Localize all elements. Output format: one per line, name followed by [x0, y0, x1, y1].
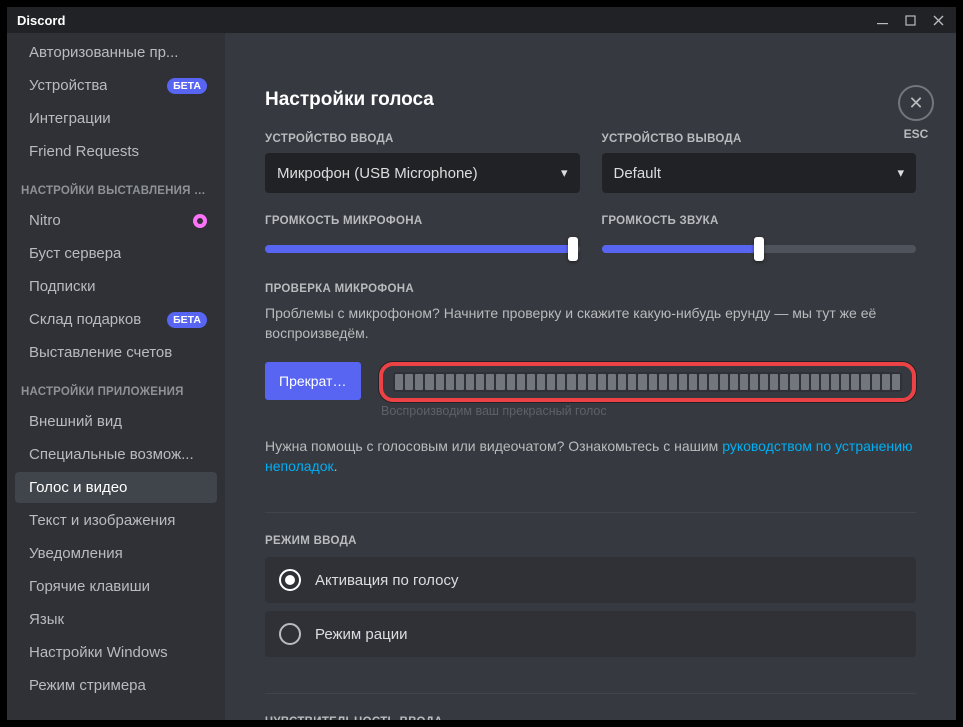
app-title: Discord: [17, 13, 65, 28]
beta-badge: БЕТА: [167, 78, 207, 94]
sidebar-item-windows[interactable]: Настройки Windows: [15, 637, 217, 668]
mic-test-caption: Воспроизводим ваш прекрасный голос: [379, 404, 916, 418]
sidebar-item-notifications[interactable]: Уведомления: [15, 538, 217, 569]
radio-icon: [279, 623, 301, 645]
input-volume-label: ГРОМКОСТЬ МИКРОФОНА: [265, 215, 580, 227]
mic-test-label: ПРОВЕРКА МИКРОФОНА: [265, 283, 916, 295]
sidebar-item-language[interactable]: Язык: [15, 604, 217, 635]
nitro-icon: [193, 214, 207, 228]
sidebar-item-boost[interactable]: Буст сервера: [15, 238, 217, 269]
sidebar-item-appearance[interactable]: Внешний вид: [15, 406, 217, 437]
page-title: Настройки голоса: [265, 89, 916, 111]
sidebar-item-subscriptions[interactable]: Подписки: [15, 271, 217, 302]
input-mode-voice-activity[interactable]: Активация по голосу: [265, 557, 916, 603]
help-text: Нужна помощь с голосовым или видеочатом?…: [265, 436, 916, 477]
maximize-button[interactable]: [896, 10, 924, 30]
titlebar: Discord: [7, 7, 956, 33]
input-volume-slider[interactable]: [265, 237, 580, 261]
close-button[interactable]: [924, 10, 952, 30]
output-device-select[interactable]: Default ▾: [602, 153, 917, 193]
sidebar-item-keybinds[interactable]: Горячие клавиши: [15, 571, 217, 602]
divider: [265, 512, 916, 513]
mic-meter-highlight: [379, 362, 916, 402]
sidebar-item-authorized-apps[interactable]: Авторизованные пр...: [15, 37, 217, 68]
mic-test-desc: Проблемы с микрофоном? Начните проверку …: [265, 303, 916, 344]
slider-thumb[interactable]: [754, 237, 764, 261]
sensitivity-label: ЧУВСТВИТЕЛЬНОСТЬ ВВОДА: [265, 716, 916, 720]
output-device-label: УСТРОЙСТВО ВЫВОДА: [602, 133, 917, 145]
settings-sidebar: Авторизованные пр... УстройстваБЕТА Инте…: [7, 33, 225, 720]
sidebar-header-billing: НАСТРОЙКИ ВЫСТАВЛЕНИЯ СЧЕ: [7, 169, 225, 203]
sidebar-item-friend-requests[interactable]: Friend Requests: [15, 136, 217, 167]
input-mode-push-to-talk[interactable]: Режим рации: [265, 611, 916, 657]
sidebar-item-nitro[interactable]: Nitro: [15, 205, 217, 236]
sidebar-item-gift-inventory[interactable]: Склад подарковБЕТА: [15, 304, 217, 335]
radio-selected-icon: [279, 569, 301, 591]
input-device-label: УСТРОЙСТВО ВВОДА: [265, 133, 580, 145]
chevron-down-icon: ▾: [561, 165, 568, 181]
sidebar-item-streamer[interactable]: Режим стримера: [15, 670, 217, 701]
sidebar-header-app: НАСТРОЙКИ ПРИЛОЖЕНИЯ: [7, 370, 225, 404]
settings-content: ✕ ESC Настройки голоса УСТРОЙСТВО ВВОДА …: [225, 33, 956, 720]
mic-test-button[interactable]: Прекратит...: [265, 362, 361, 400]
sidebar-item-devices[interactable]: УстройстваБЕТА: [15, 70, 217, 101]
divider: [265, 693, 916, 694]
close-settings-button[interactable]: ✕ ESC: [898, 85, 934, 141]
sidebar-item-integrations[interactable]: Интеграции: [15, 103, 217, 134]
input-mode-label: РЕЖИМ ВВОДА: [265, 535, 916, 547]
beta-badge: БЕТА: [167, 312, 207, 328]
input-device-select[interactable]: Микрофон (USB Microphone) ▾: [265, 153, 580, 193]
sidebar-item-billing[interactable]: Выставление счетов: [15, 337, 217, 368]
sidebar-item-accessibility[interactable]: Специальные возмож...: [15, 439, 217, 470]
sidebar-item-text-images[interactable]: Текст и изображения: [15, 505, 217, 536]
minimize-button[interactable]: [868, 10, 896, 30]
sidebar-item-voice-video[interactable]: Голос и видео: [15, 472, 217, 503]
slider-thumb[interactable]: [568, 237, 578, 261]
output-volume-slider[interactable]: [602, 237, 917, 261]
output-volume-label: ГРОМКОСТЬ ЗВУКА: [602, 215, 917, 227]
close-icon: ✕: [898, 85, 934, 121]
chevron-down-icon: ▾: [897, 165, 904, 181]
mic-level-meter: [393, 372, 902, 392]
